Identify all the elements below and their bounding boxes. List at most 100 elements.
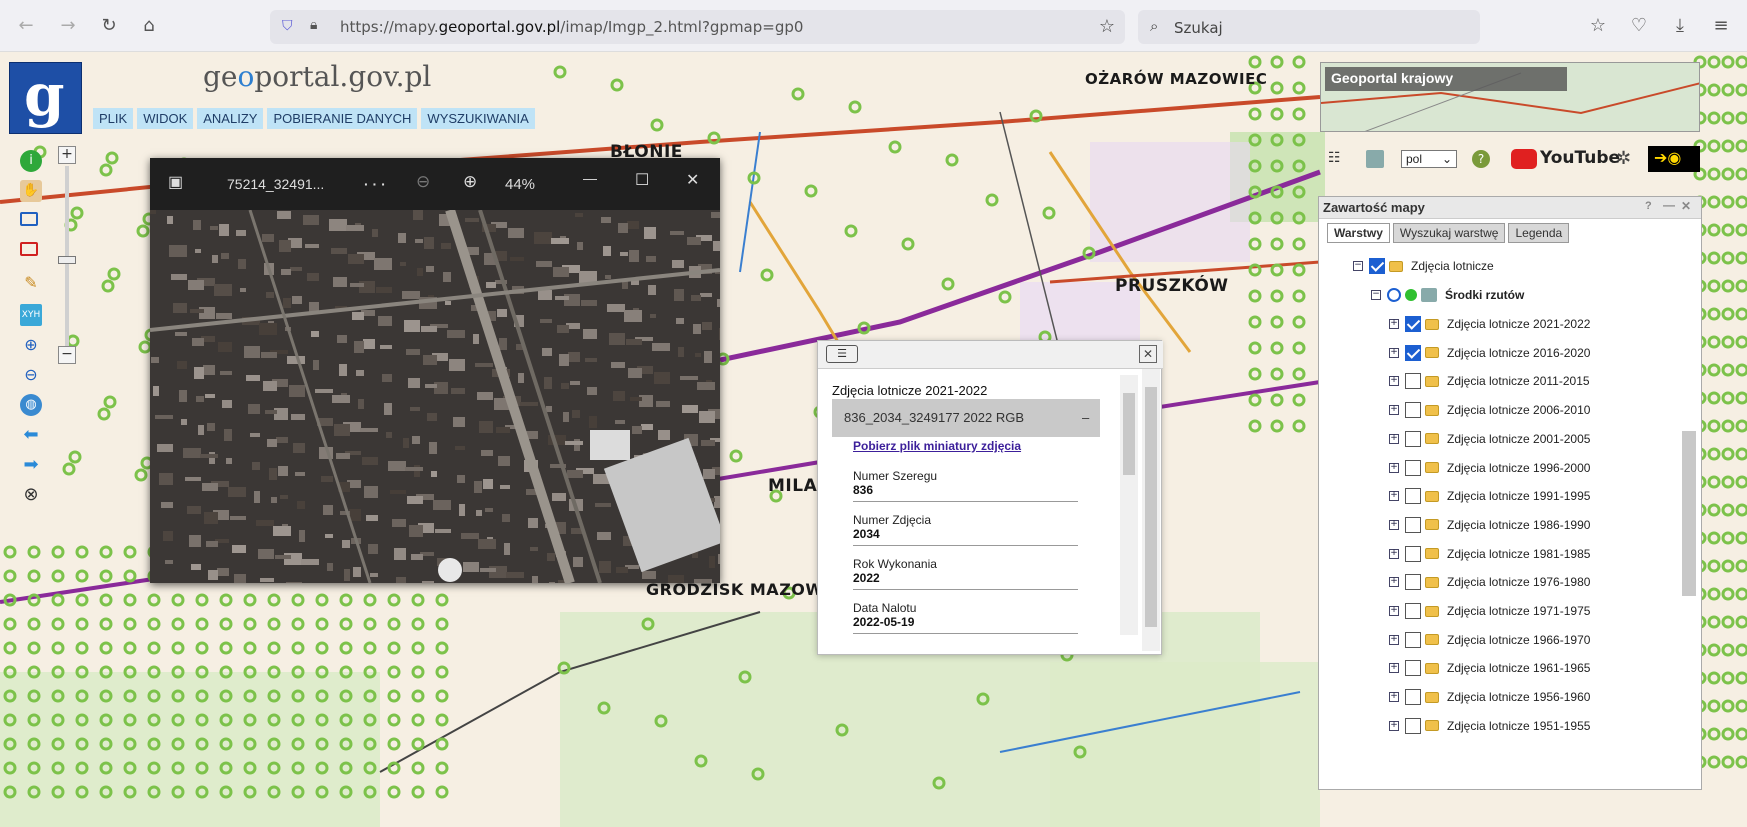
back-view-icon[interactable]: ⬅ (20, 424, 42, 446)
photo-center-marker[interactable] (339, 641, 353, 655)
photo-center-marker[interactable] (1292, 55, 1306, 69)
photo-center-marker[interactable] (219, 617, 233, 631)
photo-center-marker[interactable] (147, 617, 161, 631)
photo-center-marker[interactable] (219, 593, 233, 607)
photo-center-marker[interactable] (123, 641, 137, 655)
photo-center-marker[interactable] (411, 713, 425, 727)
photo-center-marker[interactable] (147, 593, 161, 607)
photo-center-marker[interactable] (1721, 559, 1735, 573)
photo-center-marker[interactable] (411, 737, 425, 751)
photo-center-marker[interactable] (1735, 251, 1747, 265)
layer-row[interactable]: + Zdjęcia lotnicze 1986-1990 (1389, 514, 1590, 536)
photo-center-marker[interactable] (998, 290, 1012, 304)
photo-center-marker[interactable] (195, 641, 209, 655)
photo-center-marker[interactable] (267, 641, 281, 655)
photo-center-marker[interactable] (1735, 699, 1747, 713)
photo-center-marker[interactable] (1292, 81, 1306, 95)
photo-center-marker[interactable] (315, 617, 329, 631)
layer-checkbox[interactable] (1405, 430, 1421, 447)
select-rect-icon[interactable] (20, 212, 38, 226)
outer-scrollbar[interactable] (1142, 369, 1160, 651)
tab-warstwy[interactable]: Warstwy (1327, 223, 1390, 243)
download-icon[interactable]: ⤓ (1668, 14, 1692, 38)
forward-view-icon[interactable]: ➡ (20, 454, 42, 476)
photo-center-marker[interactable] (610, 78, 624, 92)
geoportal-logo[interactable]: g (9, 61, 82, 134)
photo-center-marker[interactable] (315, 641, 329, 655)
photo-center-marker[interactable] (1292, 263, 1306, 277)
photo-center-marker[interactable] (1721, 139, 1735, 153)
photo-center-marker[interactable] (1735, 195, 1747, 209)
photo-center-marker[interactable] (848, 100, 862, 114)
photo-center-marker[interactable] (1735, 335, 1747, 349)
photo-center-marker[interactable] (1735, 111, 1747, 125)
photo-center-marker[interactable] (1721, 279, 1735, 293)
expand-icon[interactable]: + (1389, 405, 1399, 416)
photo-center-marker[interactable] (51, 593, 65, 607)
layer-checkbox[interactable] (1405, 488, 1421, 505)
photo-center-marker[interactable] (1707, 755, 1721, 769)
photo-center-marker[interactable] (1292, 419, 1306, 433)
photo-center-marker[interactable] (729, 449, 743, 463)
photo-center-marker[interactable] (1292, 315, 1306, 329)
expand-icon[interactable]: + (1389, 720, 1399, 731)
photo-center-marker[interactable] (1721, 615, 1735, 629)
expand-icon[interactable]: + (1389, 319, 1399, 329)
photo-center-marker[interactable] (1735, 727, 1747, 741)
photo-center-marker[interactable] (27, 545, 41, 559)
wms-icon[interactable] (1366, 150, 1384, 168)
photo-center-marker[interactable] (107, 267, 121, 281)
photo-center-marker[interactable] (123, 617, 137, 631)
photo-center-marker[interactable] (1270, 107, 1284, 121)
photo-center-marker[interactable] (136, 224, 150, 238)
photo-center-marker[interactable] (1248, 107, 1262, 121)
photo-center-marker[interactable] (219, 641, 233, 655)
photo-center-marker[interactable] (123, 569, 137, 583)
layer-checkbox[interactable] (1405, 344, 1421, 361)
expand-icon[interactable]: + (1389, 491, 1399, 502)
expand-icon[interactable]: + (1389, 692, 1399, 703)
photo-center-marker[interactable] (1270, 341, 1284, 355)
layer-row[interactable]: + Zdjęcia lotnicze 2006-2010 (1389, 399, 1590, 421)
photo-center-marker[interactable] (75, 593, 89, 607)
layer-subgroup-row[interactable]: − Środki rzutów (1371, 284, 1524, 306)
expand-icon[interactable]: + (1389, 519, 1399, 530)
photo-center-marker[interactable] (1270, 315, 1284, 329)
help-icon[interactable]: ? (1472, 150, 1490, 168)
photo-center-marker[interactable] (195, 617, 209, 631)
photo-center-marker[interactable] (291, 593, 305, 607)
photo-center-marker[interactable] (1735, 391, 1747, 405)
photo-center-marker[interactable] (1707, 475, 1721, 489)
photo-center-marker[interactable] (1721, 475, 1735, 489)
popup-scrollbars[interactable] (1120, 369, 1162, 655)
photo-center-marker[interactable] (1707, 279, 1721, 293)
photo-center-marker[interactable] (1721, 335, 1735, 349)
youtube-label[interactable]: YouTube (1540, 148, 1620, 168)
photo-center-marker[interactable] (1270, 81, 1284, 95)
photo-center-marker[interactable] (291, 617, 305, 631)
expand-icon[interactable]: + (1389, 347, 1399, 358)
outer-scroll-thumb[interactable] (1145, 387, 1157, 627)
photo-center-marker[interactable] (435, 761, 449, 775)
photo-center-marker[interactable] (1721, 531, 1735, 545)
photo-center-marker[interactable] (1292, 107, 1306, 121)
minimize-icon[interactable]: — (583, 170, 597, 186)
photo-center-marker[interactable] (243, 593, 257, 607)
menu-icon[interactable]: ≡ (1709, 14, 1733, 38)
photo-center-marker[interactable] (844, 224, 858, 238)
photo-center-marker[interactable] (99, 569, 113, 583)
photo-center-marker[interactable] (1721, 391, 1735, 405)
photo-center-marker[interactable] (387, 713, 401, 727)
photo-center-marker[interactable] (171, 641, 185, 655)
expand-icon[interactable]: + (1389, 548, 1399, 559)
aerial-photo[interactable] (150, 210, 720, 583)
photo-center-marker[interactable] (1707, 167, 1721, 181)
panel-help-icon[interactable]: ? (1645, 200, 1652, 212)
photo-center-marker[interactable] (435, 737, 449, 751)
photo-center-marker[interactable] (1707, 559, 1721, 573)
photo-center-marker[interactable] (1735, 307, 1747, 321)
layer-checkbox[interactable] (1405, 316, 1421, 332)
download-thumbnail-link[interactable]: Pobierz plik miniatury zdjęcia (853, 439, 1021, 453)
more-options-button[interactable]: · · · (364, 176, 386, 192)
photo-center-marker[interactable] (1248, 263, 1262, 277)
